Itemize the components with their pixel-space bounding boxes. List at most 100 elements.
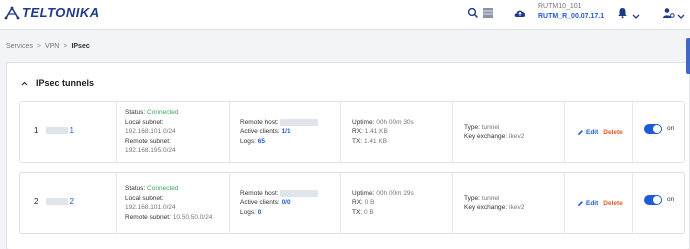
- chevron-down-icon: [677, 14, 685, 19]
- tunnel-index: 1: [34, 126, 39, 135]
- user-gear-icon: [662, 8, 675, 18]
- key-exchange-value: Ikev2: [508, 133, 525, 140]
- active-clients-label: Active clients:: [240, 199, 280, 207]
- breadcrumb-separator: >: [36, 43, 41, 50]
- redacted-name: [46, 127, 69, 134]
- panel-header[interactable]: IPsec tunnels: [21, 78, 94, 88]
- type-column: Type: tunnel Key exchange: Ikev2: [452, 102, 564, 162]
- status-column: Status: Connected Local subnet: 192.168.…: [116, 173, 229, 233]
- uptime-value: 00h 00m 30s: [376, 118, 414, 126]
- delete-button[interactable]: Delete: [603, 200, 623, 207]
- local-subnet-value: 192.168.101.0/24: [125, 204, 176, 211]
- pencil-icon: [578, 129, 583, 135]
- tunnel-row: 1 1 Status: Connected Local subnet: 192.…: [19, 101, 685, 163]
- rx-value: 0 B: [364, 199, 375, 207]
- key-exchange-value: Ikev2: [508, 204, 525, 211]
- type-label: Type:: [464, 123, 480, 131]
- enable-toggle[interactable]: [644, 195, 662, 205]
- connection-column: Remote host: Active clients: 1/1 Logs: 6…: [229, 102, 340, 162]
- logo-text: TELTONIKA: [22, 5, 100, 20]
- status-label: Status:: [125, 185, 146, 192]
- user-menu-chevron[interactable]: [676, 11, 686, 21]
- chevron-down-icon: [632, 14, 640, 19]
- user-settings-button[interactable]: [658, 3, 678, 23]
- tx-label: TX:: [352, 208, 363, 216]
- firmware-version[interactable]: RUTM_R_00.07.17.1: [538, 12, 604, 22]
- scroll-handle[interactable]: [686, 38, 690, 74]
- row-actions: Edit Delete: [577, 173, 623, 233]
- local-subnet-value: 192.168.101.0/24: [125, 128, 176, 136]
- notifications-chevron[interactable]: [631, 11, 641, 21]
- status-label: Status:: [125, 109, 146, 117]
- key-exchange-label: Key exchange:: [464, 204, 508, 211]
- type-column: Type: tunnel Key exchange: Ikev2: [452, 173, 564, 233]
- type-value: tunnel: [481, 123, 500, 131]
- notifications-button[interactable]: [612, 3, 632, 23]
- toggle-state-label: on: [667, 125, 675, 132]
- active-clients-value[interactable]: 1/1: [282, 128, 291, 135]
- row-actions: Edit Delete: [577, 102, 623, 162]
- rx-label: RX:: [352, 128, 363, 136]
- active-clients-label: Active clients:: [240, 128, 280, 136]
- tunnel-name-suffix: 2: [69, 197, 74, 206]
- ipsec-tunnels-panel: IPsec tunnels 1 1 Status: Connected Loca…: [6, 62, 690, 249]
- local-subnet-label: Local subnet:: [125, 194, 164, 202]
- tunnel-name: 1 1: [34, 126, 74, 135]
- breadcrumb-services[interactable]: Services: [6, 43, 33, 50]
- panel-title: IPsec tunnels: [36, 78, 95, 88]
- logo-mark-icon: [4, 5, 20, 19]
- rx-value: 1.41 KB: [364, 128, 388, 136]
- remote-host-label: Remote host:: [240, 189, 279, 197]
- device-name: RUTM10_101: [538, 3, 582, 10]
- traffic-column: Uptime: 00h 00m 29s RX: 0 B TX: 0 B: [340, 173, 452, 233]
- bell-icon: [617, 8, 627, 19]
- tunnel-name-suffix: 1: [69, 126, 74, 135]
- logs-label: Logs:: [240, 137, 256, 145]
- toggle-state-label: on: [667, 196, 675, 203]
- edit-label: Edit: [586, 128, 599, 136]
- cloud-upload-icon: [514, 10, 526, 17]
- active-clients-value[interactable]: 0/0: [282, 199, 291, 206]
- breadcrumb-ipsec: IPsec: [71, 43, 90, 50]
- logs-link[interactable]: 0: [258, 209, 262, 216]
- top-bar: TELTONIKA RUTM10_101 RUTM_R_00.07.17.1: [0, 0, 690, 30]
- tunnel-index: 2: [34, 197, 39, 206]
- remote-subnet-label: Remote subnet:: [125, 213, 171, 221]
- status-value: Connected: [147, 109, 179, 117]
- redacted-host: [280, 118, 319, 126]
- tx-value: 0 B: [363, 208, 374, 216]
- menu-grid-button[interactable]: [478, 3, 498, 23]
- rx-label: RX:: [352, 199, 363, 207]
- edit-button[interactable]: Edit: [577, 200, 598, 207]
- tx-value: 1.41 KB: [363, 137, 388, 145]
- cloud-upload-button[interactable]: [510, 3, 530, 23]
- uptime-value: 00h 00m 29s: [376, 189, 414, 197]
- status-value: Connected: [147, 185, 179, 192]
- uptime-label: Uptime:: [352, 118, 375, 126]
- remote-subnet-value: 192.168.195.0/24: [125, 147, 176, 155]
- teltonika-logo[interactable]: TELTONIKA: [4, 5, 100, 20]
- edit-label: Edit: [586, 199, 599, 207]
- pencil-icon: [578, 200, 583, 206]
- breadcrumb-vpn[interactable]: VPN: [45, 43, 59, 50]
- status-column: Status: Connected Local subnet: 192.168.…: [116, 102, 229, 162]
- chevron-up-icon: [21, 81, 28, 86]
- device-info: RUTM10_101 RUTM_R_00.07.17.1: [538, 2, 604, 22]
- breadcrumb: Services > VPN > IPsec: [6, 43, 90, 50]
- tx-label: TX:: [352, 137, 363, 145]
- traffic-column: Uptime: 00h 00m 30s RX: 1.41 KB TX: 1.41…: [340, 102, 452, 162]
- edit-button[interactable]: Edit: [577, 129, 598, 136]
- uptime-label: Uptime:: [352, 189, 375, 197]
- delete-button[interactable]: Delete: [603, 129, 623, 136]
- remote-host-label: Remote host:: [240, 118, 279, 126]
- remote-subnet-label: Remote subnet:: [125, 137, 171, 145]
- redacted-host: [280, 189, 319, 197]
- tunnel-name: 2 2: [34, 197, 74, 206]
- local-subnet-label: Local subnet:: [125, 118, 164, 126]
- enable-toggle[interactable]: [644, 124, 662, 134]
- breadcrumb-separator: >: [63, 43, 68, 50]
- logs-link[interactable]: 65: [258, 138, 265, 145]
- redacted-name: [46, 198, 69, 205]
- key-exchange-label: Key exchange:: [464, 133, 508, 140]
- menu-grid-icon: [483, 8, 493, 18]
